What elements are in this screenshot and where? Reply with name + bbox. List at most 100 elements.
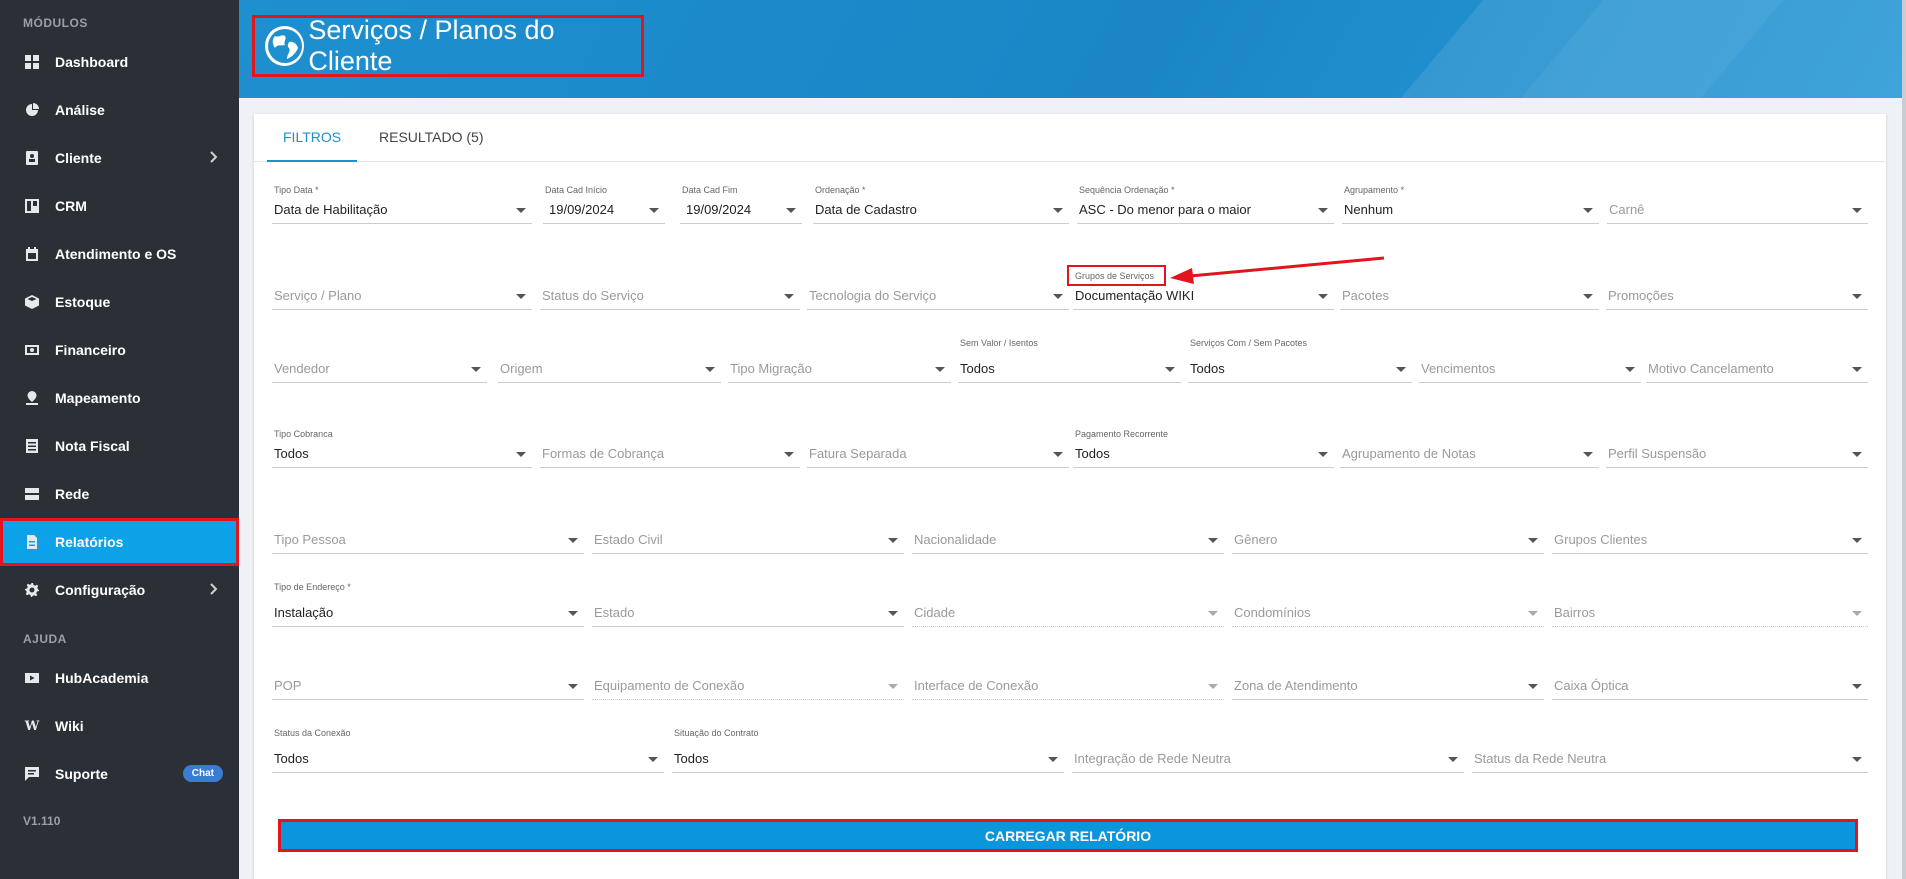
dropdown-arrow-icon: [1852, 208, 1862, 213]
sidebar-item-mapeamento[interactable]: Mapeamento: [0, 374, 239, 422]
sidebar-item-suporte[interactable]: Suporte Chat: [0, 750, 239, 798]
equipamento-conexao-select[interactable]: Equipamento de Conexão: [592, 661, 904, 701]
zona-atendimento-select[interactable]: Zona de Atendimento: [1232, 661, 1544, 701]
sidebar-item-crm[interactable]: CRM: [0, 182, 239, 230]
dropdown-arrow-icon: [471, 367, 481, 372]
dropdown-arrow-icon: [516, 294, 526, 299]
vendedor-select[interactable]: Vendedor: [272, 344, 487, 384]
dropdown-arrow-icon: [888, 684, 898, 689]
dropdown-arrow-icon: [1053, 294, 1063, 299]
field-value: Todos: [274, 751, 309, 766]
scrollbar[interactable]: [1902, 0, 1906, 879]
field-placeholder: Promoções: [1608, 288, 1674, 303]
sidebar-item-hubacademia[interactable]: HubAcademia: [0, 654, 239, 702]
agrupamento-select[interactable]: Agrupamento * Nenhum: [1342, 185, 1599, 225]
motivo-cancelamento-select[interactable]: Motivo Cancelamento: [1646, 344, 1868, 384]
field-label: Tipo de Endereço *: [274, 582, 351, 592]
promocoes-select[interactable]: Promoções: [1606, 271, 1868, 311]
tipo-data-select[interactable]: Tipo Data * Data de Habilitação: [272, 185, 532, 225]
dropdown-arrow-icon: [786, 208, 796, 213]
sem-valor-isentos-select[interactable]: Sem Valor / Isentos Todos: [958, 338, 1181, 384]
caixa-optica-select[interactable]: Caixa Óptica: [1552, 661, 1868, 701]
bairros-select[interactable]: Bairros: [1552, 588, 1868, 628]
field-label: Status da Conexão: [274, 728, 351, 738]
tipo-endereco-select[interactable]: Tipo de Endereço * Instalação: [272, 582, 584, 628]
data-cad-fim-field[interactable]: Data Cad Fim 19/09/2024: [680, 185, 802, 225]
tecnologia-servico-select[interactable]: Tecnologia do Serviço: [807, 271, 1069, 311]
nacionalidade-select[interactable]: Nacionalidade: [912, 515, 1224, 555]
dropdown-arrow-icon: [1318, 452, 1328, 457]
chat-badge[interactable]: Chat: [182, 765, 223, 782]
tipo-migracao-select[interactable]: Tipo Migração: [728, 344, 951, 384]
agrupamento-notas-select[interactable]: Agrupamento de Notas: [1340, 429, 1599, 469]
sidebar-item-rede[interactable]: Rede: [0, 470, 239, 518]
sidebar-item-financeiro[interactable]: Financeiro: [0, 326, 239, 374]
sidebar-item-estoque[interactable]: Estoque: [0, 278, 239, 326]
pop-select[interactable]: POP: [272, 661, 584, 701]
integracao-rede-neutra-select[interactable]: Integração de Rede Neutra: [1072, 734, 1464, 774]
sidebar-item-dashboard[interactable]: Dashboard: [0, 38, 239, 86]
dropdown-arrow-icon: [1048, 757, 1058, 762]
tipo-cobranca-select[interactable]: Tipo Cobranca Todos: [272, 429, 532, 469]
estado-civil-select[interactable]: Estado Civil: [592, 515, 904, 555]
sidebar-item-label: Wiki: [55, 718, 84, 734]
load-report-button[interactable]: CARREGAR RELATÓRIO: [278, 819, 1858, 852]
field-placeholder: Status da Rede Neutra: [1474, 751, 1607, 766]
formas-cobranca-select[interactable]: Formas de Cobrança: [540, 429, 800, 469]
tab-resultado[interactable]: RESULTADO (5): [363, 114, 500, 162]
dropdown-arrow-icon: [1208, 538, 1218, 543]
sidebar-item-relatorios[interactable]: Relatórios: [0, 518, 239, 566]
tab-filtros[interactable]: FILTROS: [267, 114, 358, 162]
sidebar-item-label: Estoque: [55, 294, 111, 310]
sidebar-item-atendimento[interactable]: Atendimento e OS: [0, 230, 239, 278]
sidebar-item-wiki[interactable]: W Wiki: [0, 702, 239, 750]
field-placeholder: Tipo Pessoa: [274, 532, 346, 547]
estado-select[interactable]: Estado: [592, 588, 904, 628]
carne-select[interactable]: Carnê: [1607, 185, 1868, 225]
field-placeholder: Estado: [594, 605, 635, 620]
globe-icon: [265, 26, 305, 66]
servicos-pacotes-select[interactable]: Serviços Com / Sem Pacotes Todos: [1188, 338, 1412, 384]
field-placeholder: Serviço / Plano: [274, 288, 362, 303]
field-placeholder: Equipamento de Conexão: [594, 678, 745, 693]
status-conexao-select[interactable]: Status da Conexão Todos: [272, 728, 664, 774]
field-label: Tipo Cobranca: [274, 429, 333, 439]
sidebar-item-analise[interactable]: Análise: [0, 86, 239, 134]
money-icon: [24, 342, 40, 358]
data-cad-inicio-field[interactable]: Data Cad Início 19/09/2024: [543, 185, 665, 225]
sidebar-item-nota-fiscal[interactable]: Nota Fiscal: [0, 422, 239, 470]
genero-select[interactable]: Gênero: [1232, 515, 1544, 555]
page-header: Serviços / Planos do Cliente: [239, 0, 1902, 98]
field-value: Documentação WIKI: [1075, 288, 1195, 303]
sequencia-ordenacao-select[interactable]: Sequência Ordenação * ASC - Do menor par…: [1077, 185, 1334, 225]
field-value: Todos: [1075, 446, 1110, 461]
dropdown-arrow-icon: [1528, 538, 1538, 543]
dropdown-arrow-icon: [1318, 208, 1328, 213]
pacotes-select[interactable]: Pacotes: [1340, 271, 1599, 311]
pagamento-recorrente-select[interactable]: Pagamento Recorrente Todos: [1073, 429, 1334, 469]
chat-icon: [24, 766, 40, 782]
vencimentos-select[interactable]: Vencimentos: [1419, 344, 1641, 384]
tipo-pessoa-select[interactable]: Tipo Pessoa: [272, 515, 584, 555]
status-servico-select[interactable]: Status do Serviço: [540, 271, 800, 311]
condominios-select[interactable]: Condomínios: [1232, 588, 1544, 628]
fatura-separada-select[interactable]: Fatura Separada: [807, 429, 1069, 469]
status-rede-neutra-select[interactable]: Status da Rede Neutra: [1472, 734, 1868, 774]
sidebar-item-label: Mapeamento: [55, 390, 141, 406]
dropdown-arrow-icon: [1852, 538, 1862, 543]
field-label: Ordenação *: [815, 185, 866, 195]
field-placeholder: Condomínios: [1234, 605, 1311, 620]
field-label: Data Cad Fim: [682, 185, 738, 195]
dropdown-arrow-icon: [1583, 294, 1593, 299]
sidebar-item-configuracao[interactable]: Configuração: [0, 566, 239, 614]
servico-plano-select[interactable]: Serviço / Plano: [272, 271, 532, 311]
field-placeholder: Nacionalidade: [914, 532, 997, 547]
grupos-clientes-select[interactable]: Grupos Clientes: [1552, 515, 1868, 555]
sidebar-item-cliente[interactable]: Cliente: [0, 134, 239, 182]
cidade-select[interactable]: Cidade: [912, 588, 1224, 628]
situacao-contrato-select[interactable]: Situação do Contrato Todos: [672, 728, 1064, 774]
perfil-suspensao-select[interactable]: Perfil Suspensão: [1606, 429, 1868, 469]
interface-conexao-select[interactable]: Interface de Conexão: [912, 661, 1224, 701]
ordenacao-select[interactable]: Ordenação * Data de Cadastro: [813, 185, 1069, 225]
origem-select[interactable]: Origem: [498, 344, 721, 384]
